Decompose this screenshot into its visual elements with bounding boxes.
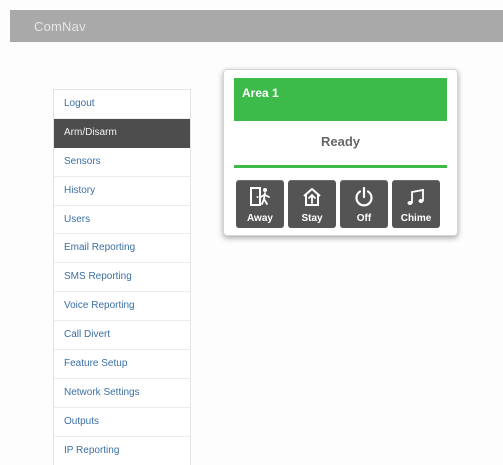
stay-button-label: Stay: [301, 213, 323, 224]
area-header: Area 1: [234, 78, 447, 121]
door-exit-icon: [250, 187, 270, 206]
sidebar-item-logout[interactable]: Logout: [54, 90, 190, 119]
sidebar-item-ip-reporting[interactable]: IP Reporting: [54, 437, 190, 465]
away-button-label: Away: [247, 213, 273, 224]
area-panel: Area 1 Ready Away Stay Off Chime: [223, 69, 458, 236]
power-icon: [355, 186, 373, 207]
sidebar-item-email-reporting[interactable]: Email Reporting: [54, 234, 190, 264]
off-button[interactable]: Off: [340, 180, 388, 228]
top-bar: ComNav: [10, 10, 503, 42]
area-title: Area 1: [242, 86, 279, 100]
sidebar-item-sms-reporting[interactable]: SMS Reporting: [54, 263, 190, 293]
area-status: Ready: [320, 134, 361, 149]
app-title: ComNav: [34, 19, 86, 34]
chime-button[interactable]: Chime: [392, 180, 440, 228]
sidebar-menu: Logout Arm/Disarm Sensors History Users …: [53, 89, 191, 465]
away-button[interactable]: Away: [236, 180, 284, 228]
chime-button-label: Chime: [400, 213, 432, 224]
sidebar-item-feature-setup[interactable]: Feature Setup: [54, 350, 190, 379]
sidebar-item-voice-reporting[interactable]: Voice Reporting: [54, 292, 190, 322]
music-note-icon: [407, 188, 424, 205]
sidebar-item-sensors[interactable]: Sensors: [54, 148, 190, 177]
sidebar-item-call-divert[interactable]: Call Divert: [54, 321, 190, 351]
sidebar-item-arm-disarm[interactable]: Arm/Disarm: [54, 118, 190, 148]
sidebar-item-outputs[interactable]: Outputs: [54, 408, 190, 437]
sidebar-item-network-settings[interactable]: Network Settings: [54, 379, 190, 408]
sidebar-item-users[interactable]: Users: [54, 206, 190, 235]
page: ComNav Logout Arm/Disarm Sensors History…: [0, 0, 503, 465]
house-arrow-icon: [303, 188, 321, 206]
sidebar-item-history[interactable]: History: [54, 177, 190, 206]
status-indicator-bar: [234, 165, 447, 168]
stay-button[interactable]: Stay: [288, 180, 336, 228]
off-button-label: Off: [356, 213, 372, 224]
